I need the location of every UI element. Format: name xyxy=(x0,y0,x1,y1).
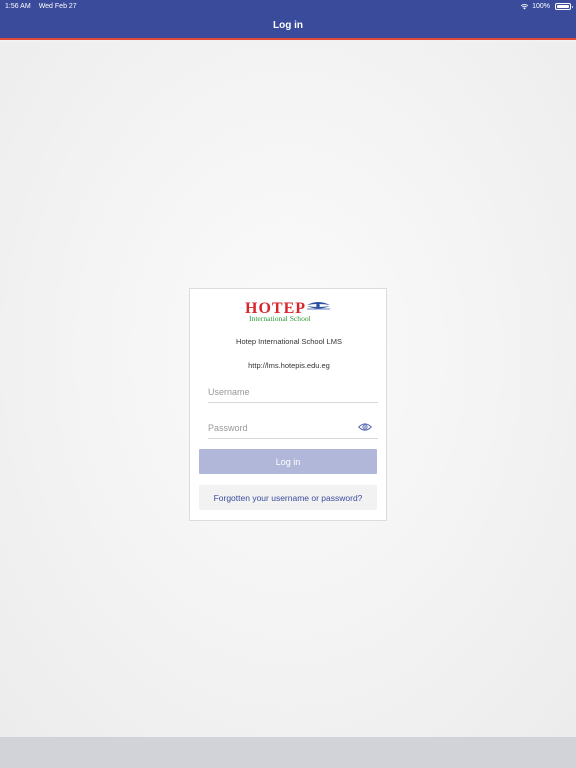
status-right: 100% xyxy=(520,2,573,10)
wifi-icon xyxy=(520,3,529,9)
battery-percent: 100% xyxy=(532,2,550,10)
show-password-eye-icon[interactable] xyxy=(358,422,372,432)
username-field xyxy=(208,381,378,403)
site-url: http://lms.hotepis.edu.eg xyxy=(248,361,330,370)
battery-icon xyxy=(555,2,573,10)
login-card: HOTEP International School Hotep Interna… xyxy=(189,288,387,521)
password-input[interactable] xyxy=(208,417,378,438)
password-field xyxy=(208,417,378,439)
login-button[interactable]: Log in xyxy=(199,449,377,474)
page-title: Log in xyxy=(273,19,303,31)
bottom-bar xyxy=(0,737,576,768)
school-logo: HOTEP International School xyxy=(190,299,388,323)
username-input[interactable] xyxy=(208,381,378,402)
logo-image: HOTEP International School xyxy=(245,300,330,323)
screen: 1:56 AM Wed Feb 27 100% Log in HOTEP Int… xyxy=(0,0,576,768)
status-time: 1:56 AM xyxy=(5,2,31,10)
status-bar: 1:56 AM Wed Feb 27 100% xyxy=(0,0,576,12)
eye-of-horus-icon xyxy=(307,302,330,310)
status-date: Wed Feb 27 xyxy=(38,2,77,10)
nav-bar: Log in xyxy=(0,12,576,40)
forgot-password-button[interactable]: Forgotten your username or password? xyxy=(199,485,377,510)
logo-sub-text: International School xyxy=(249,314,311,323)
site-name: Hotep International School LMS xyxy=(236,337,342,346)
